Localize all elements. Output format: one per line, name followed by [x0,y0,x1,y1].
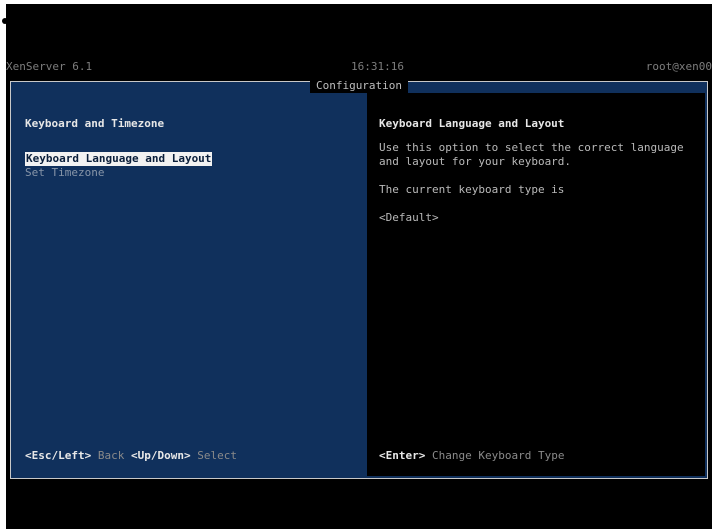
menu-item-keyboard-layout[interactable]: Keyboard Language and Layout [25,152,213,166]
right-key-hint: <Enter> Change Keyboard Type [379,449,564,462]
menu-list: Keyboard Language and Layout Set Timezon… [25,152,213,180]
clock: 16:31:16 [351,60,404,73]
screenshot-stage: XenServer 6.1 16:31:16 root@xen00 Config… [0,0,712,529]
section-heading: Keyboard and Timezone [25,117,165,130]
menu-item-set-timezone[interactable]: Set Timezone [25,166,212,180]
frame-title: Configuration [309,79,409,93]
status-bar: XenServer 6.1 16:31:16 root@xen00 [6,60,712,74]
hint-key-enter: <Enter> [379,449,426,462]
detail-title: Keyboard Language and Layout [379,117,565,130]
user-host: root@xen00 [645,60,712,73]
hint-key-back: <Esc/Left> [25,449,92,462]
right-pane: Keyboard Language and Layout Use this op… [367,93,705,476]
left-pane: Keyboard and Timezone Keyboard Language … [13,93,361,476]
host-version: XenServer 6.1 [6,60,93,73]
hint-key-select: <Up/Down> [130,449,191,462]
hint-action-select: Select [197,449,237,462]
frame-title-bar: Configuration [11,74,707,93]
xenserver-console: XenServer 6.1 16:31:16 root@xen00 Config… [6,4,712,529]
hint-action-back: Back [97,449,125,462]
configuration-frame: Configuration Keyboard and Timezone Keyb… [10,79,708,479]
current-type-label: The current keyboard type is [379,183,565,196]
detail-description: Use this option to select the correct la… [379,141,699,239]
left-key-hints: <Esc/Left> Back <Up/Down> Select [25,449,237,462]
hint-action-change-keyboard: Change Keyboard Type [431,449,565,462]
description-text: Use this option to select the correct la… [379,141,684,168]
current-type-value: <Default> [379,211,439,224]
